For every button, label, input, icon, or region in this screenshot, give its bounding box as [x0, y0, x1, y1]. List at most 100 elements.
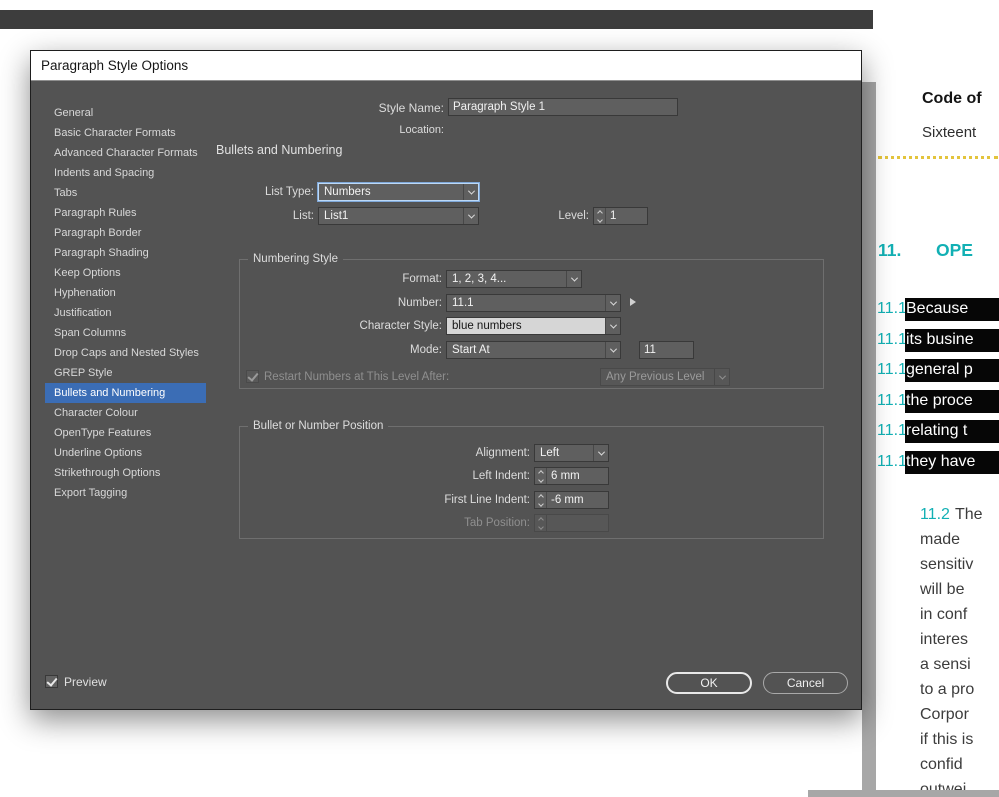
sidebar-item-strikethrough-options[interactable]: Strikethrough Options	[45, 463, 206, 483]
restart-numbers-checkbox[interactable]	[246, 370, 259, 383]
alignment-dropdown[interactable]: Left	[534, 444, 609, 462]
stepper-arrows-icon	[535, 515, 547, 531]
style-name-input[interactable]	[448, 98, 678, 116]
doc-para-first-line: 11.2 The	[920, 502, 999, 527]
number-label: Number:	[397, 297, 442, 309]
cancel-button[interactable]: Cancel	[763, 672, 848, 694]
sidebar-item-advanced-character-formats[interactable]: Advanced Character Formats	[45, 143, 206, 163]
left-indent-stepper[interactable]: 6 mm	[534, 467, 609, 485]
preview-label: Preview	[64, 675, 107, 689]
pasteboard-right	[862, 82, 876, 797]
sidebar-item-general[interactable]: General	[45, 103, 206, 123]
first-line-indent-stepper[interactable]: -6 mm	[534, 491, 609, 509]
panel-title: Bullets and Numbering	[216, 143, 343, 157]
left-indent-label: Left Indent:	[472, 470, 530, 482]
doc-para-line: made	[920, 531, 961, 548]
first-line-indent-label: First Line Indent:	[444, 494, 530, 506]
list-type-label: List Type:	[264, 186, 314, 198]
left-indent-value: 6 mm	[551, 470, 580, 482]
list-label: List:	[292, 210, 314, 222]
doc-paragraph-11-2: 11.2 The made sensitiv will be in conf in…	[920, 502, 999, 790]
sidebar-item-character-colour[interactable]: Character Colour	[45, 403, 206, 423]
paragraph-style-options-dialog: Paragraph Style Options General Basic Ch…	[30, 50, 862, 710]
number-value: 11.1	[452, 297, 474, 309]
doc-line-number: 11.1	[877, 422, 907, 439]
sidebar-item-grep-style[interactable]: GREP Style	[45, 363, 206, 383]
doc-para-number: 11.2	[920, 506, 950, 523]
dialog-title-bar[interactable]: Paragraph Style Options	[31, 51, 861, 81]
sidebar-item-indents-and-spacing[interactable]: Indents and Spacing	[45, 163, 206, 183]
location-label: Location:	[399, 124, 444, 136]
sidebar-item-underline-options[interactable]: Underline Options	[45, 443, 206, 463]
sidebar-item-opentype-features[interactable]: OpenType Features	[45, 423, 206, 443]
doc-numbered-line: 11.1 Because	[877, 298, 999, 321]
doc-dotted-rule	[878, 156, 998, 159]
doc-line-text-highlighted: general p	[905, 359, 999, 382]
chevron-down-icon	[605, 318, 620, 334]
doc-numbered-line: 11.1 the proce	[877, 390, 999, 413]
doc-subheading: Sixteent	[922, 124, 977, 141]
mode-label: Mode:	[410, 344, 442, 356]
level-value: 1	[610, 210, 617, 222]
stepper-arrows-icon[interactable]	[535, 468, 547, 484]
doc-para-line: sensitiv	[920, 556, 974, 573]
sidebar-item-justification[interactable]: Justification	[45, 303, 206, 323]
level-label: Level:	[558, 210, 589, 222]
list-type-dropdown[interactable]: Numbers	[318, 183, 479, 201]
doc-para-text: The	[954, 506, 983, 523]
sidebar-item-paragraph-shading[interactable]: Paragraph Shading	[45, 243, 206, 263]
number-combobox[interactable]: 11.1	[446, 294, 621, 312]
chevron-down-icon	[463, 208, 478, 224]
bullet-position-group-title: Bullet or Number Position	[248, 419, 389, 433]
sidebar-item-basic-character-formats[interactable]: Basic Character Formats	[45, 123, 206, 143]
tab-position-label: Tab Position:	[464, 517, 530, 529]
number-flyout-icon[interactable]	[630, 298, 636, 306]
character-style-dropdown[interactable]: blue numbers	[446, 317, 621, 335]
level-stepper[interactable]: 1	[593, 207, 648, 225]
sidebar-item-drop-caps-and-nested-styles[interactable]: Drop Caps and Nested Styles	[45, 343, 206, 363]
doc-line-number: 11.1	[877, 300, 907, 317]
numbering-style-group-title: Numbering Style	[248, 252, 344, 266]
doc-para-line: Corpor	[920, 706, 969, 723]
sidebar-item-bullets-and-numbering[interactable]: Bullets and Numbering	[45, 383, 206, 403]
chevron-down-icon	[566, 271, 581, 287]
doc-para-line: if this is	[920, 731, 974, 748]
sidebar-item-hyphenation[interactable]: Hyphenation	[45, 283, 206, 303]
sidebar-item-tabs[interactable]: Tabs	[45, 183, 206, 203]
document-page: Code of Sixteent 11. OPE 11.1 Because 11…	[876, 0, 999, 790]
sidebar-item-span-columns[interactable]: Span Columns	[45, 323, 206, 343]
first-line-indent-value: -6 mm	[551, 494, 584, 506]
doc-numbered-line: 11.1 general p	[877, 359, 999, 382]
ok-button[interactable]: OK	[666, 672, 752, 694]
mode-start-at-input[interactable]	[639, 341, 694, 359]
chevron-down-icon	[605, 295, 620, 311]
restart-level-dropdown[interactable]: Any Previous Level	[600, 368, 730, 386]
sidebar-item-paragraph-border[interactable]: Paragraph Border	[45, 223, 206, 243]
preview-checkbox[interactable]	[45, 675, 58, 688]
doc-numbered-line: 11.1 relating t	[877, 420, 999, 443]
doc-line-text-highlighted: they have	[905, 451, 999, 474]
chevron-down-icon	[605, 342, 620, 358]
restart-level-value: Any Previous Level	[606, 371, 705, 383]
doc-line-number: 11.1	[877, 392, 907, 409]
stepper-arrows-icon[interactable]	[594, 208, 606, 224]
doc-section-title: OPE	[936, 240, 973, 260]
doc-line-text-highlighted: the proce	[905, 390, 999, 413]
sidebar-item-paragraph-rules[interactable]: Paragraph Rules	[45, 203, 206, 223]
doc-para-line: to a pro	[920, 681, 975, 698]
stepper-arrows-icon[interactable]	[535, 492, 547, 508]
chevron-down-icon	[463, 184, 478, 200]
sidebar-item-keep-options[interactable]: Keep Options	[45, 263, 206, 283]
alignment-label: Alignment:	[475, 447, 530, 459]
character-style-value: blue numbers	[447, 318, 605, 334]
format-dropdown[interactable]: 1, 2, 3, 4...	[446, 270, 582, 288]
doc-section-number: 11.	[878, 240, 902, 260]
doc-para-line: a sensi	[920, 656, 971, 673]
sidebar-item-export-tagging[interactable]: Export Tagging	[45, 483, 206, 503]
chevron-down-icon	[593, 445, 608, 461]
doc-heading: Code of	[922, 90, 982, 107]
numbering-style-group: Numbering Style Format: 1, 2, 3, 4... Nu…	[239, 252, 824, 389]
list-dropdown[interactable]: List1	[318, 207, 479, 225]
mode-dropdown[interactable]: Start At	[446, 341, 621, 359]
doc-line-number: 11.1	[877, 361, 907, 378]
